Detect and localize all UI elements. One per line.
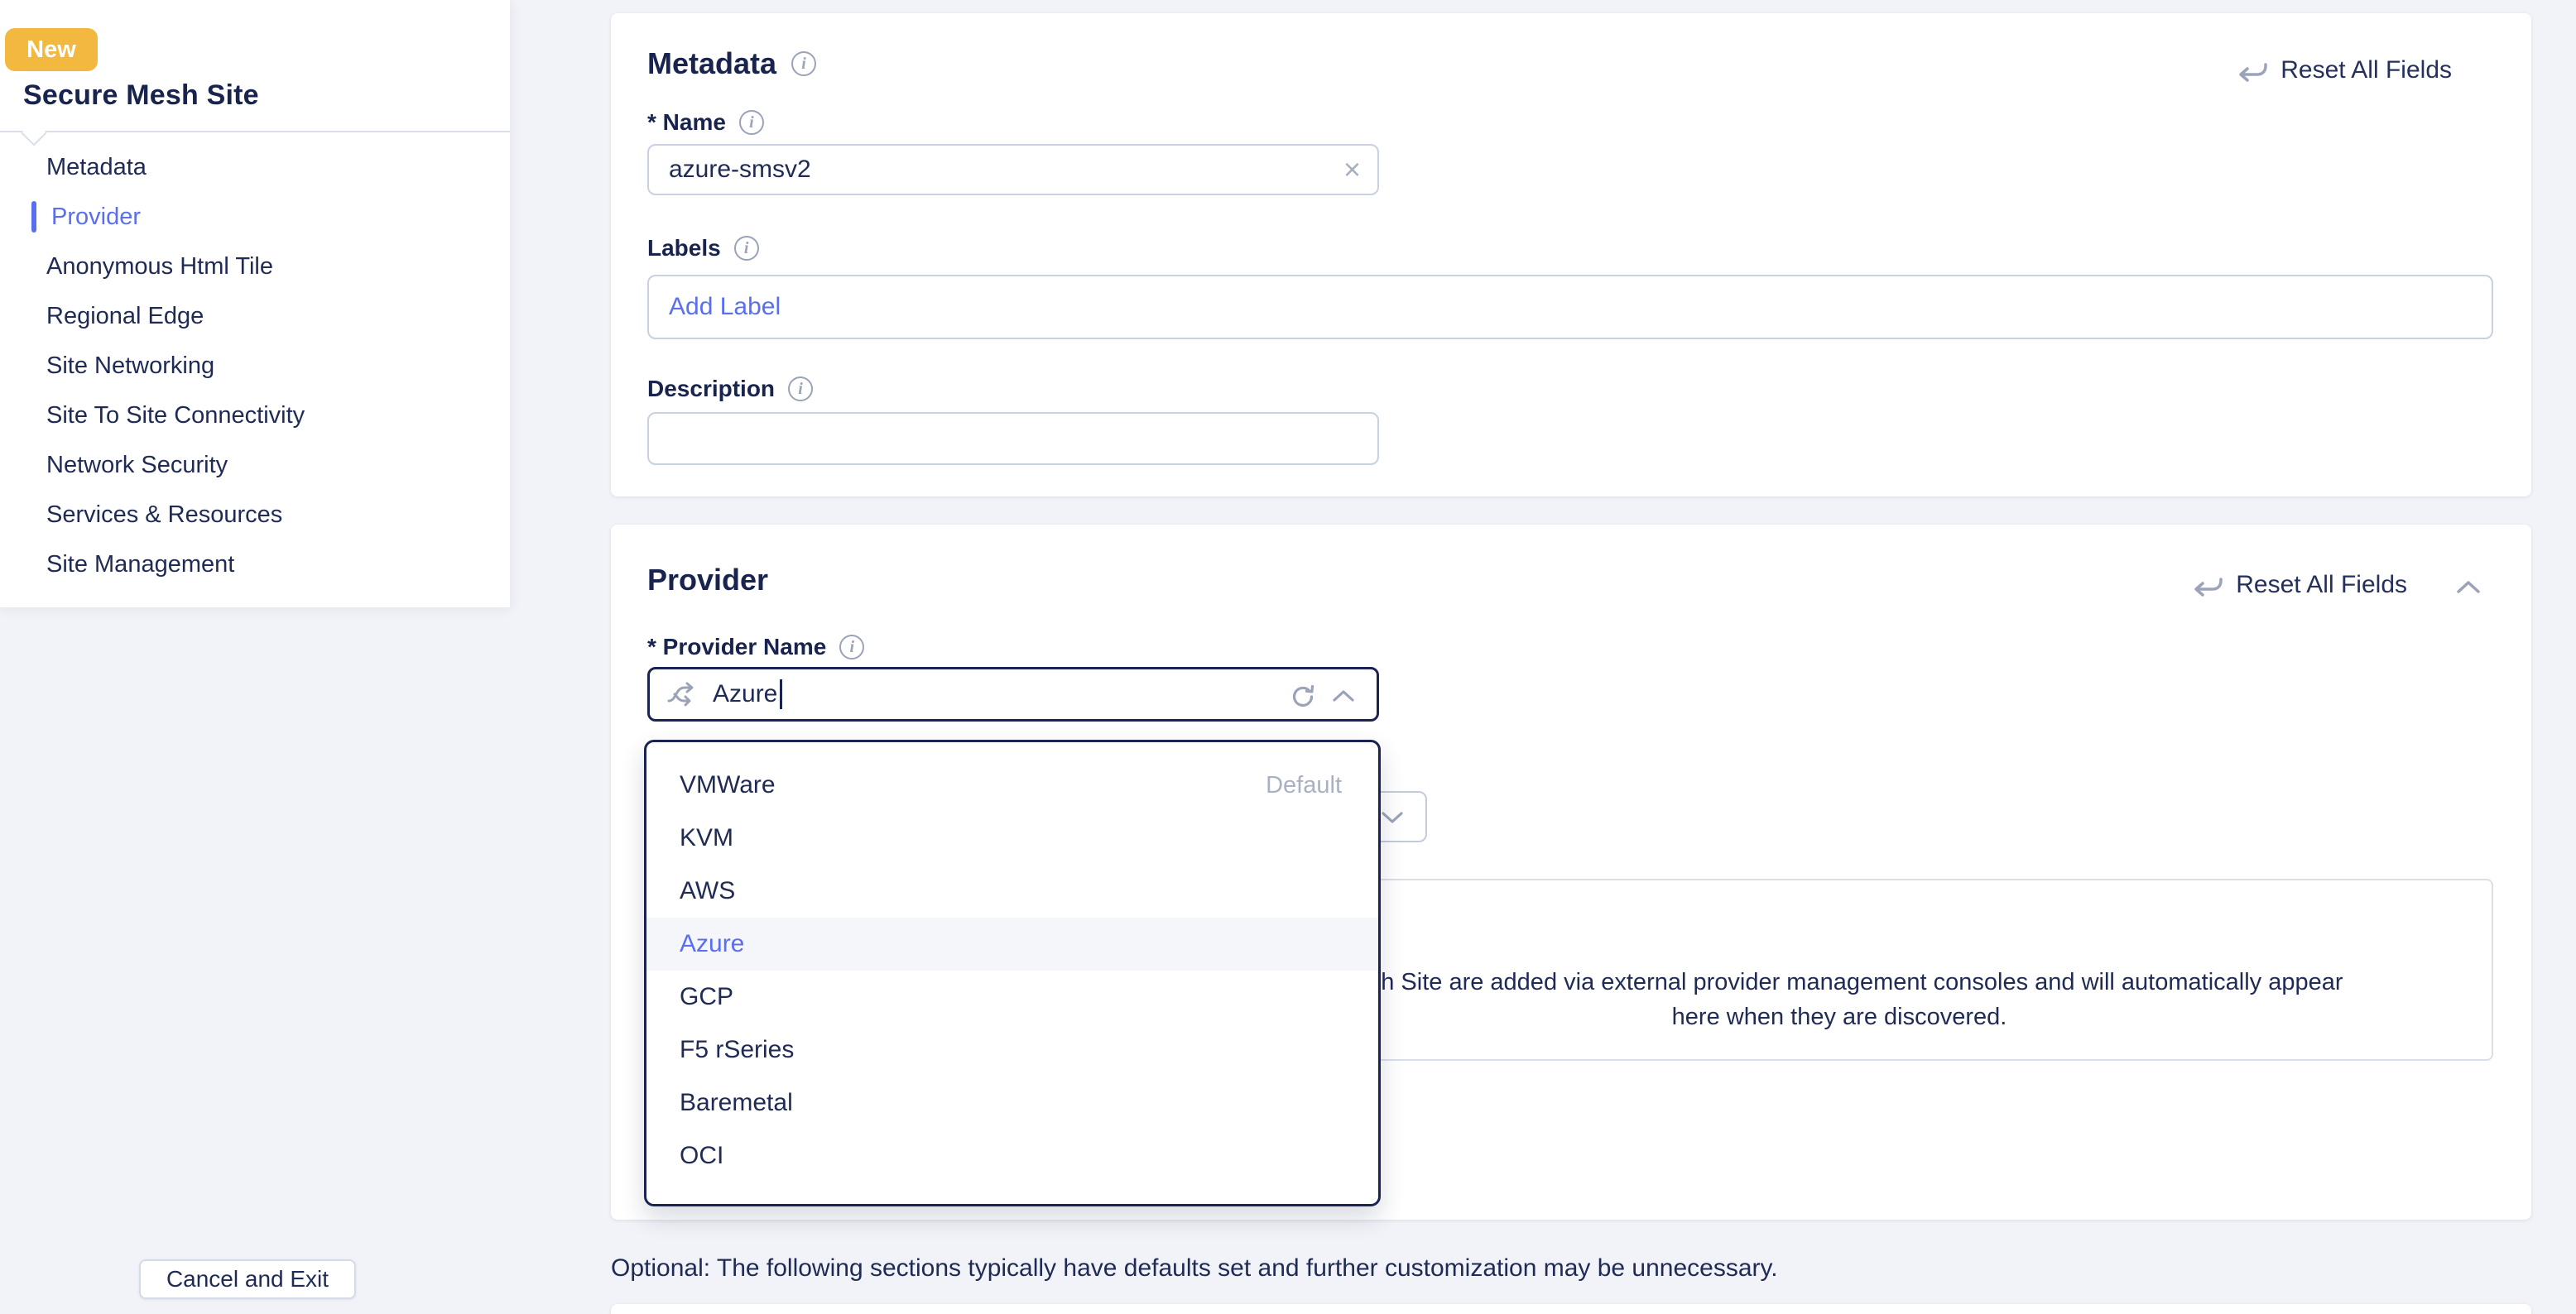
dropdown-option-baremetal[interactable]: Baremetal [646, 1077, 1378, 1129]
provider-section-title: Provider [647, 563, 768, 597]
labels-field-label-row: Labels i [647, 235, 759, 261]
shuffle-icon [665, 676, 698, 712]
description-input[interactable] [647, 412, 1379, 465]
collapse-section-chevron-up-icon[interactable] [2452, 576, 2485, 597]
reset-all-fields-label: Reset All Fields [2236, 571, 2407, 599]
name-field-label-row: * Name i [647, 109, 764, 136]
provider-name-combobox[interactable]: Azure [647, 667, 1379, 722]
add-label-button[interactable]: Add Label [649, 293, 781, 321]
dropdown-option-gcp[interactable]: GCP [646, 971, 1378, 1024]
name-input[interactable]: azure-smsv2 × [647, 144, 1379, 195]
metadata-title-text: Metadata [647, 46, 776, 81]
sidebar-item-metadata[interactable]: Metadata [0, 142, 510, 192]
clear-icon[interactable]: × [1343, 155, 1361, 185]
metadata-section-title: Metadata i [647, 46, 816, 81]
description-field-label: Description [647, 376, 775, 402]
name-input-value: azure-smsv2 [669, 156, 811, 184]
info-icon[interactable]: i [791, 51, 816, 76]
undo-icon [2232, 53, 2267, 88]
chevron-up-icon[interactable] [1329, 686, 1358, 706]
sidebar-item-anonymous-html-tile[interactable]: Anonymous Html Tile [0, 242, 510, 291]
dropdown-option-kvm[interactable]: KVM [646, 812, 1378, 865]
reset-all-fields-button[interactable]: Reset All Fields [2188, 568, 2407, 602]
dropdown-option-label: Baremetal [680, 1089, 793, 1116]
dropdown-option-oci[interactable]: OCI [646, 1129, 1378, 1182]
page-title: Secure Mesh Site [23, 79, 259, 112]
info-icon[interactable]: i [739, 110, 764, 135]
info-icon[interactable]: i [734, 236, 759, 261]
undo-icon [2188, 568, 2223, 602]
provider-info-line-1: Mesh Site are added via external provide… [1228, 965, 2450, 1000]
dropdown-option-f5-rseries[interactable]: F5 rSeries [646, 1024, 1378, 1077]
dropdown-option-vmware[interactable]: VMWare Default [646, 759, 1378, 812]
labels-input[interactable]: Add Label [647, 275, 2493, 339]
sidebar-nav: Metadata Provider Anonymous Html Tile Re… [0, 142, 510, 589]
dropdown-option-label: OCI [680, 1142, 723, 1169]
dropdown-option-aws[interactable]: AWS [646, 865, 1378, 918]
dropdown-option-label: Azure [680, 930, 744, 957]
labels-field-label: Labels [647, 235, 721, 261]
info-icon[interactable]: i [839, 635, 864, 659]
provider-info-line-2: here when they are discovered. [1228, 1000, 2450, 1034]
metadata-section-card: Metadata i Reset All Fields * Name i azu… [611, 13, 2531, 496]
dropdown-option-label: GCP [680, 983, 733, 1010]
sidebar: New Secure Mesh Site Metadata Provider A… [0, 0, 510, 607]
sidebar-item-site-networking[interactable]: Site Networking [0, 341, 510, 391]
sidebar-item-site-to-site-connectivity[interactable]: Site To Site Connectivity [0, 391, 510, 440]
provider-name-label: * Provider Name [647, 634, 826, 660]
new-badge: New [5, 28, 98, 71]
text-cursor [780, 679, 782, 709]
provider-name-input-value: Azure [713, 680, 777, 708]
optional-sections-note: Optional: The following sections typical… [611, 1254, 1778, 1283]
sidebar-item-provider[interactable]: Provider [0, 192, 510, 242]
dropdown-option-label: AWS [680, 877, 735, 904]
description-field-label-row: Description i [647, 376, 813, 402]
dropdown-option-azure[interactable]: Azure [646, 918, 1378, 971]
chevron-down-icon [1377, 808, 1407, 827]
provider-section-card: Provider Reset All Fields * Provider Nam… [611, 525, 2531, 1220]
refresh-icon[interactable] [1287, 681, 1319, 712]
sidebar-item-site-management[interactable]: Site Management [0, 540, 510, 589]
sidebar-item-services-resources[interactable]: Services & Resources [0, 490, 510, 540]
next-section-card [611, 1304, 2531, 1314]
dropdown-option-label: F5 rSeries [680, 1036, 794, 1063]
provider-title-text: Provider [647, 563, 768, 597]
reset-all-fields-label: Reset All Fields [2280, 56, 2452, 84]
default-badge: Default [1266, 759, 1342, 812]
sidebar-item-regional-edge[interactable]: Regional Edge [0, 291, 510, 341]
dropdown-option-label: VMWare [680, 771, 776, 798]
info-icon[interactable]: i [788, 376, 813, 401]
dropdown-option-label: KVM [680, 824, 733, 851]
provider-dropdown-menu: VMWare Default KVM AWS Azure GCP F5 rSer… [644, 740, 1381, 1206]
sidebar-divider [0, 131, 510, 132]
sidebar-item-network-security[interactable]: Network Security [0, 440, 510, 490]
provider-name-label-row: * Provider Name i [647, 634, 864, 660]
cancel-and-exit-button[interactable]: Cancel and Exit [139, 1259, 356, 1299]
name-field-label: * Name [647, 109, 726, 136]
reset-all-fields-button[interactable]: Reset All Fields [2232, 53, 2452, 88]
